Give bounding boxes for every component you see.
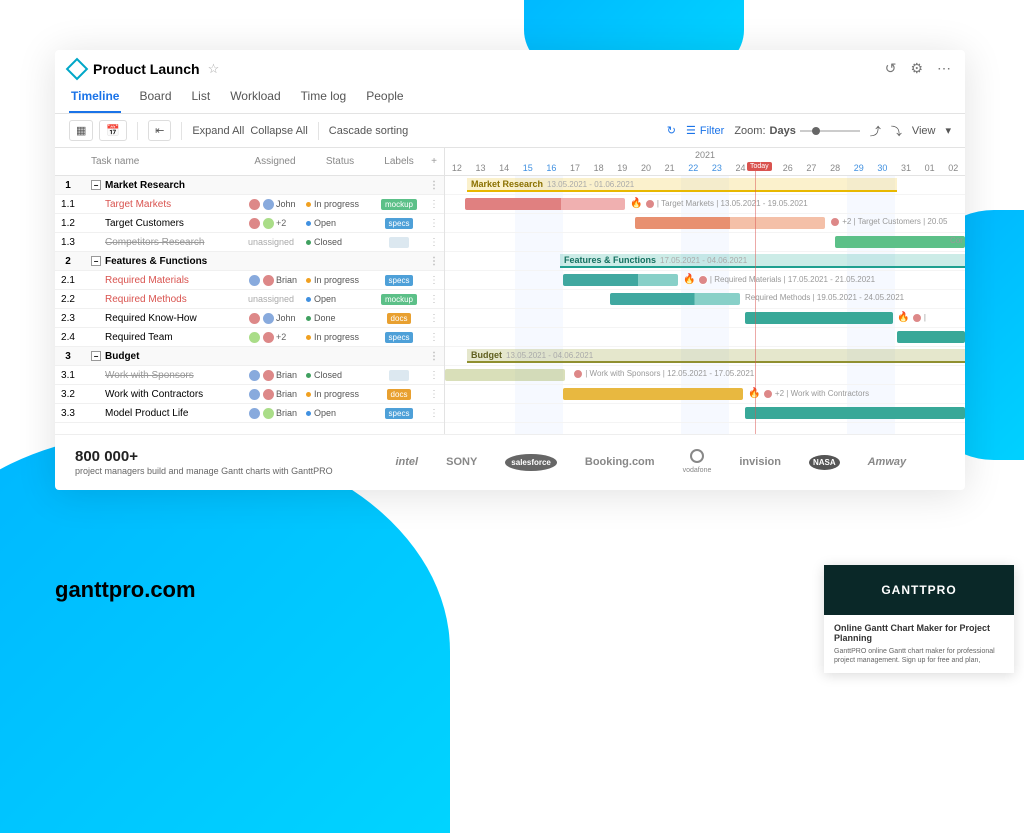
day-cell: 15 [516, 163, 540, 173]
task-grid: Task name Assigned Status Labels + 1 −Ma… [55, 148, 445, 434]
toolbar: ▦ 📅 ⇤ Expand All Collapse All Cascade so… [55, 114, 965, 148]
day-cell: 14 [492, 163, 516, 173]
row-menu-icon[interactable]: ⋮ [424, 237, 444, 248]
row-menu-icon[interactable]: ⋮ [424, 199, 444, 210]
task-row[interactable]: 2.2 Required Methods unassigned Open moc… [55, 290, 444, 309]
outdent-icon[interactable]: ⇤ [148, 120, 171, 141]
tabs: Timeline Board List Workload Time log Pe… [55, 83, 965, 114]
col-assigned: Assigned [244, 156, 306, 167]
footer: 800 000+ project managers build and mana… [55, 434, 965, 490]
day-cell: 16 [540, 163, 564, 173]
group-row[interactable]: 2 −Features & Functions ⋮ [55, 252, 444, 271]
row-menu-icon[interactable]: ⋮ [424, 275, 444, 286]
tab-people[interactable]: People [364, 83, 405, 113]
gantt-chart: 2021 12131415161718192021222324252627282… [445, 148, 965, 434]
logo-icon [66, 57, 89, 80]
today-label: Today [747, 162, 772, 171]
refresh-icon[interactable]: ↻ [667, 124, 676, 137]
day-cell: 13 [469, 163, 493, 173]
day-cell: 19 [610, 163, 634, 173]
tab-board[interactable]: Board [137, 83, 173, 113]
day-cell: 27 [800, 163, 824, 173]
export-icon[interactable]: ⤴ [870, 123, 881, 139]
day-cell: 02 [941, 163, 965, 173]
expand-all[interactable]: Expand All [192, 125, 244, 137]
col-task: Task name [81, 156, 244, 167]
day-cell: 23 [705, 163, 729, 173]
collapse-icon[interactable]: − [91, 256, 101, 266]
zoom-slider[interactable] [800, 130, 860, 132]
row-menu-icon[interactable]: ⋮ [424, 408, 444, 419]
app-window: Product Launch ☆ ↺ ⚙ ⋯ Timeline Board Li… [55, 50, 965, 490]
site-url: ganttpro.com [55, 577, 196, 603]
tab-workload[interactable]: Workload [228, 83, 282, 113]
group-row[interactable]: 3 −Budget ⋮ [55, 347, 444, 366]
cascade-sorting[interactable]: Cascade sorting [329, 125, 409, 137]
row-menu-icon[interactable]: ⋮ [424, 313, 444, 324]
task-row[interactable]: 1.2 Target Customers +2 Open specs ⋮ [55, 214, 444, 233]
task-row[interactable]: 2.1 Required Materials Brian In progress… [55, 271, 444, 290]
task-row[interactable]: 2.3 Required Know-How John Done docs ⋮ [55, 309, 444, 328]
day-cell: 20 [634, 163, 658, 173]
promo-brand: GANTTPRO [824, 565, 1014, 615]
col-status: Status [306, 156, 374, 167]
day-cell: 22 [681, 163, 705, 173]
row-menu-icon[interactable]: ⋮ [424, 218, 444, 229]
day-cell: 12 [445, 163, 469, 173]
day-cell: 31 [894, 163, 918, 173]
group-row[interactable]: 1 −Market Research ⋮ [55, 176, 444, 195]
promo-desc: GanttPRO online Gantt chart maker for pr… [834, 647, 1004, 665]
more-icon[interactable]: ⋯ [937, 60, 951, 77]
row-menu-icon[interactable]: ⋮ [424, 370, 444, 381]
day-cell: 28 [823, 163, 847, 173]
task-row[interactable]: 3.1 Work with Sponsors Brian Closed xxx … [55, 366, 444, 385]
grid-header: Task name Assigned Status Labels + [55, 148, 444, 176]
collapse-icon[interactable]: − [91, 180, 101, 190]
view-button[interactable]: View [912, 125, 936, 137]
gantt-body: Today Market Research13.05.2021 - 01.06.… [445, 176, 965, 434]
filter-button[interactable]: ☰ Filter [686, 124, 724, 137]
task-row[interactable]: 1.1 Target Markets John In progress mock… [55, 195, 444, 214]
row-menu-icon[interactable]: ⋮ [424, 389, 444, 400]
grid-view-icon[interactable]: ▦ [69, 120, 93, 141]
task-row[interactable]: 3.2 Work with Contractors Brian In progr… [55, 385, 444, 404]
col-labels: Labels [374, 156, 424, 167]
task-row[interactable]: 1.3 Competitors Research unassigned Clos… [55, 233, 444, 252]
row-menu-icon[interactable]: ⋮ [424, 180, 444, 191]
row-menu-icon[interactable]: ⋮ [424, 351, 444, 362]
project-title: Product Launch [93, 61, 200, 77]
day-cell: 18 [587, 163, 611, 173]
collapse-all[interactable]: Collapse All [250, 125, 307, 137]
calendar-icon[interactable]: 📅 [99, 120, 127, 141]
promo-title: Online Gantt Chart Maker for Project Pla… [834, 623, 1004, 643]
zoom-control[interactable]: Zoom:Days [734, 125, 859, 137]
day-cell: 29 [847, 163, 871, 173]
promo-card: GANTTPRO Online Gantt Chart Maker for Pr… [824, 565, 1014, 673]
task-row[interactable]: 3.3 Model Product Life Brian Open specs … [55, 404, 444, 423]
task-row[interactable]: 2.4 Required Team +2 In progress specs ⋮ [55, 328, 444, 347]
brand-logos: intel SONY salesforce Booking.com vodafo… [357, 449, 945, 475]
row-menu-icon[interactable]: ⋮ [424, 332, 444, 343]
history-icon[interactable]: ↺ [885, 60, 897, 77]
add-column-icon[interactable]: + [424, 156, 444, 167]
flame-icon: 🔥 [630, 198, 642, 209]
day-cell: 30 [871, 163, 895, 173]
day-cell: 21 [658, 163, 682, 173]
row-menu-icon[interactable]: ⋮ [424, 256, 444, 267]
star-icon[interactable]: ☆ [208, 61, 220, 77]
content: Task name Assigned Status Labels + 1 −Ma… [55, 148, 965, 434]
share-icon[interactable]: ⤵ [891, 123, 902, 139]
tab-timeline[interactable]: Timeline [69, 83, 121, 113]
row-menu-icon[interactable]: ⋮ [424, 294, 444, 305]
day-cell: 01 [918, 163, 942, 173]
day-cell: 26 [776, 163, 800, 173]
tab-timelog[interactable]: Time log [299, 83, 349, 113]
stat-text: 800 000+ project managers build and mana… [75, 447, 333, 478]
settings-icon[interactable]: ⚙ [910, 60, 923, 77]
day-cell: 17 [563, 163, 587, 173]
tab-list[interactable]: List [190, 83, 213, 113]
collapse-icon[interactable]: − [91, 351, 101, 361]
today-line [755, 162, 756, 434]
header: Product Launch ☆ ↺ ⚙ ⋯ [55, 50, 965, 83]
